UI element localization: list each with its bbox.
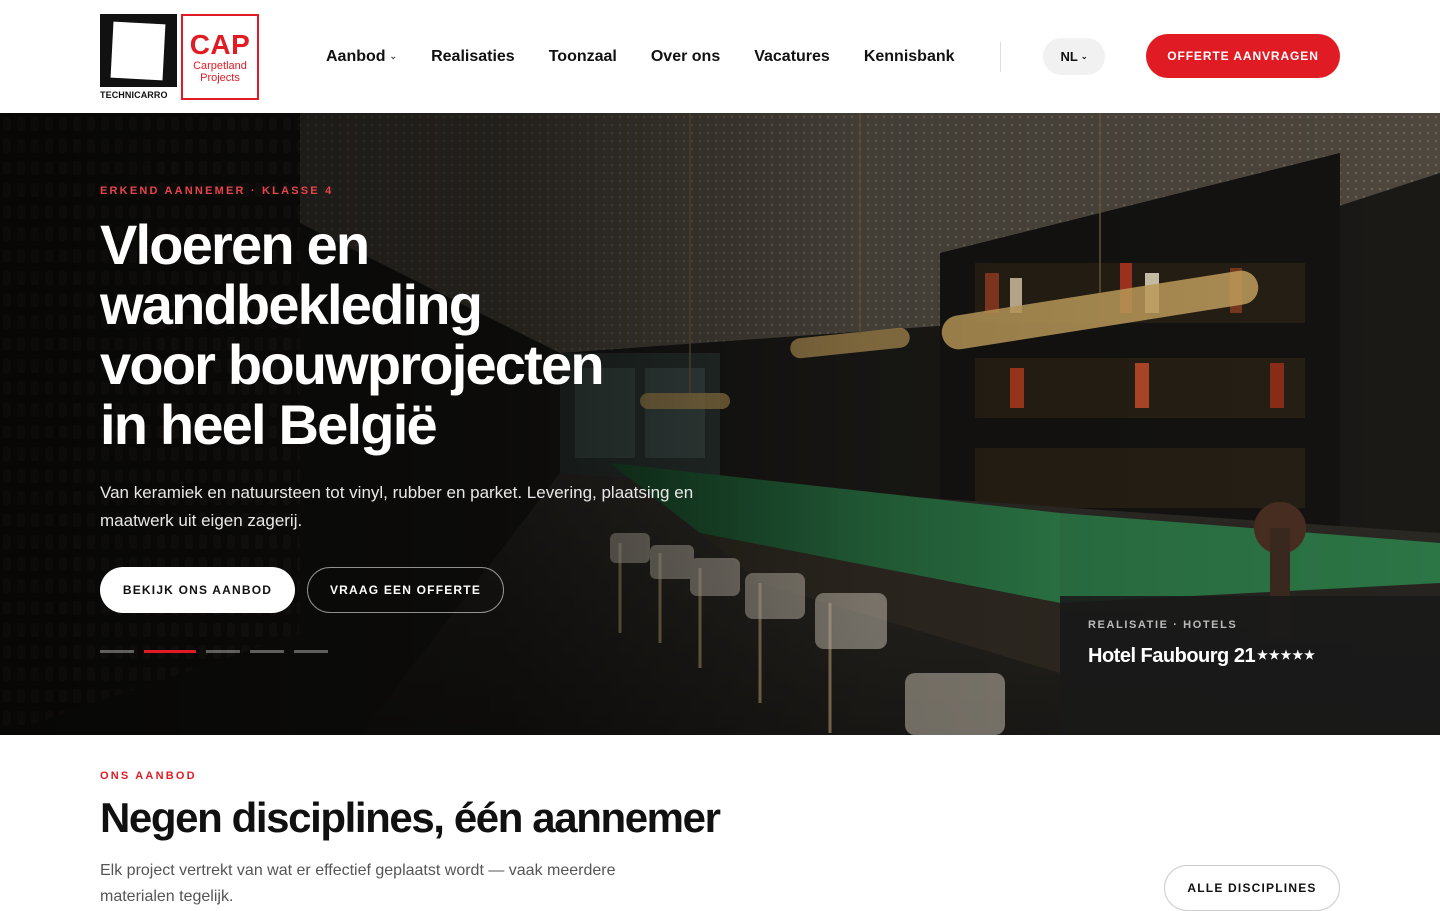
- slider-dot-active[interactable]: [144, 650, 196, 653]
- hero-title-line: Vloeren en: [100, 213, 370, 276]
- site-header: TECHNICARRO CAP Carpetland Projects Aanb…: [0, 0, 1440, 113]
- technicarro-logo-mark: [100, 14, 177, 87]
- language-switcher[interactable]: NL ⌄: [1043, 38, 1105, 75]
- chevron-down-icon: ⌄: [389, 51, 398, 61]
- request-quote-button[interactable]: OFFERTE AANVRAGEN: [1146, 34, 1340, 78]
- hero-title-line: voor bouwprojecten: [100, 333, 605, 396]
- slider-dot[interactable]: [250, 650, 284, 653]
- cap-logo-line1: Carpetland: [193, 60, 247, 72]
- hero-section: ERKEND AANNEMER · KLASSE 4 Vloeren en wa…: [0, 113, 1440, 735]
- slider-dot[interactable]: [100, 650, 134, 653]
- technicarro-logo[interactable]: TECHNICARRO: [100, 14, 177, 100]
- project-badge-label: REALISATIE · HOTELS: [1088, 619, 1238, 631]
- star-rating-icon: ★★★★★: [1257, 648, 1316, 662]
- nav-item-toonzaal[interactable]: Toonzaal: [549, 48, 617, 66]
- nav-item-over-ons[interactable]: Over ons: [651, 48, 720, 66]
- nav-item-realisaties[interactable]: Realisaties: [431, 48, 515, 66]
- view-offer-button[interactable]: BEKIJK ONS AANBOD: [100, 567, 295, 613]
- request-quote-hero-button[interactable]: VRAAG EEN OFFERTE: [307, 567, 504, 613]
- hero-title-line: wandbekleding: [100, 273, 483, 336]
- hero-subtitle: Van keramiek en natuursteen tot vinyl, r…: [100, 483, 694, 530]
- technicarro-logo-text: TECHNICARRO: [100, 90, 168, 100]
- hero-title: Vloeren en wandbekleding voor bouwprojec…: [100, 215, 720, 455]
- nav-divider: [1000, 42, 1001, 72]
- cap-logo-line2: Projects: [200, 72, 240, 84]
- all-disciplines-button[interactable]: ALLE DISCIPLINES: [1164, 865, 1340, 911]
- slider-pagination: [100, 650, 328, 653]
- hero-title-line: in heel België: [100, 393, 438, 456]
- nav-item-vacatures[interactable]: Vacatures: [754, 48, 830, 66]
- slider-dot[interactable]: [294, 650, 328, 653]
- language-label: NL: [1060, 49, 1078, 64]
- section-text: Elk project vertrekt van wat er effectie…: [100, 862, 616, 905]
- project-badge[interactable]: REALISATIE · HOTELS Hotel Faubourg 21 ★★★…: [1060, 596, 1440, 735]
- section-title: Negen disciplines, één aannemer: [100, 794, 721, 841]
- hero-eyebrow: ERKEND AANNEMER · KLASSE 4: [100, 185, 334, 197]
- cap-logo-title: CAP: [189, 29, 251, 60]
- nav-item-aanbod[interactable]: Aanbod ⌄: [326, 48, 397, 66]
- project-badge-name: Hotel Faubourg 21 ★★★★★: [1088, 645, 1316, 667]
- main-nav: Aanbod ⌄ Realisaties Toonzaal Over ons Va…: [326, 48, 989, 66]
- chevron-down-icon: ⌄: [1080, 52, 1088, 61]
- slider-dot[interactable]: [206, 650, 240, 653]
- section-eyebrow: ONS AANBOD: [100, 770, 197, 782]
- nav-item-kennisbank[interactable]: Kennisbank: [864, 48, 955, 66]
- cap-logo[interactable]: CAP Carpetland Projects: [181, 14, 259, 100]
